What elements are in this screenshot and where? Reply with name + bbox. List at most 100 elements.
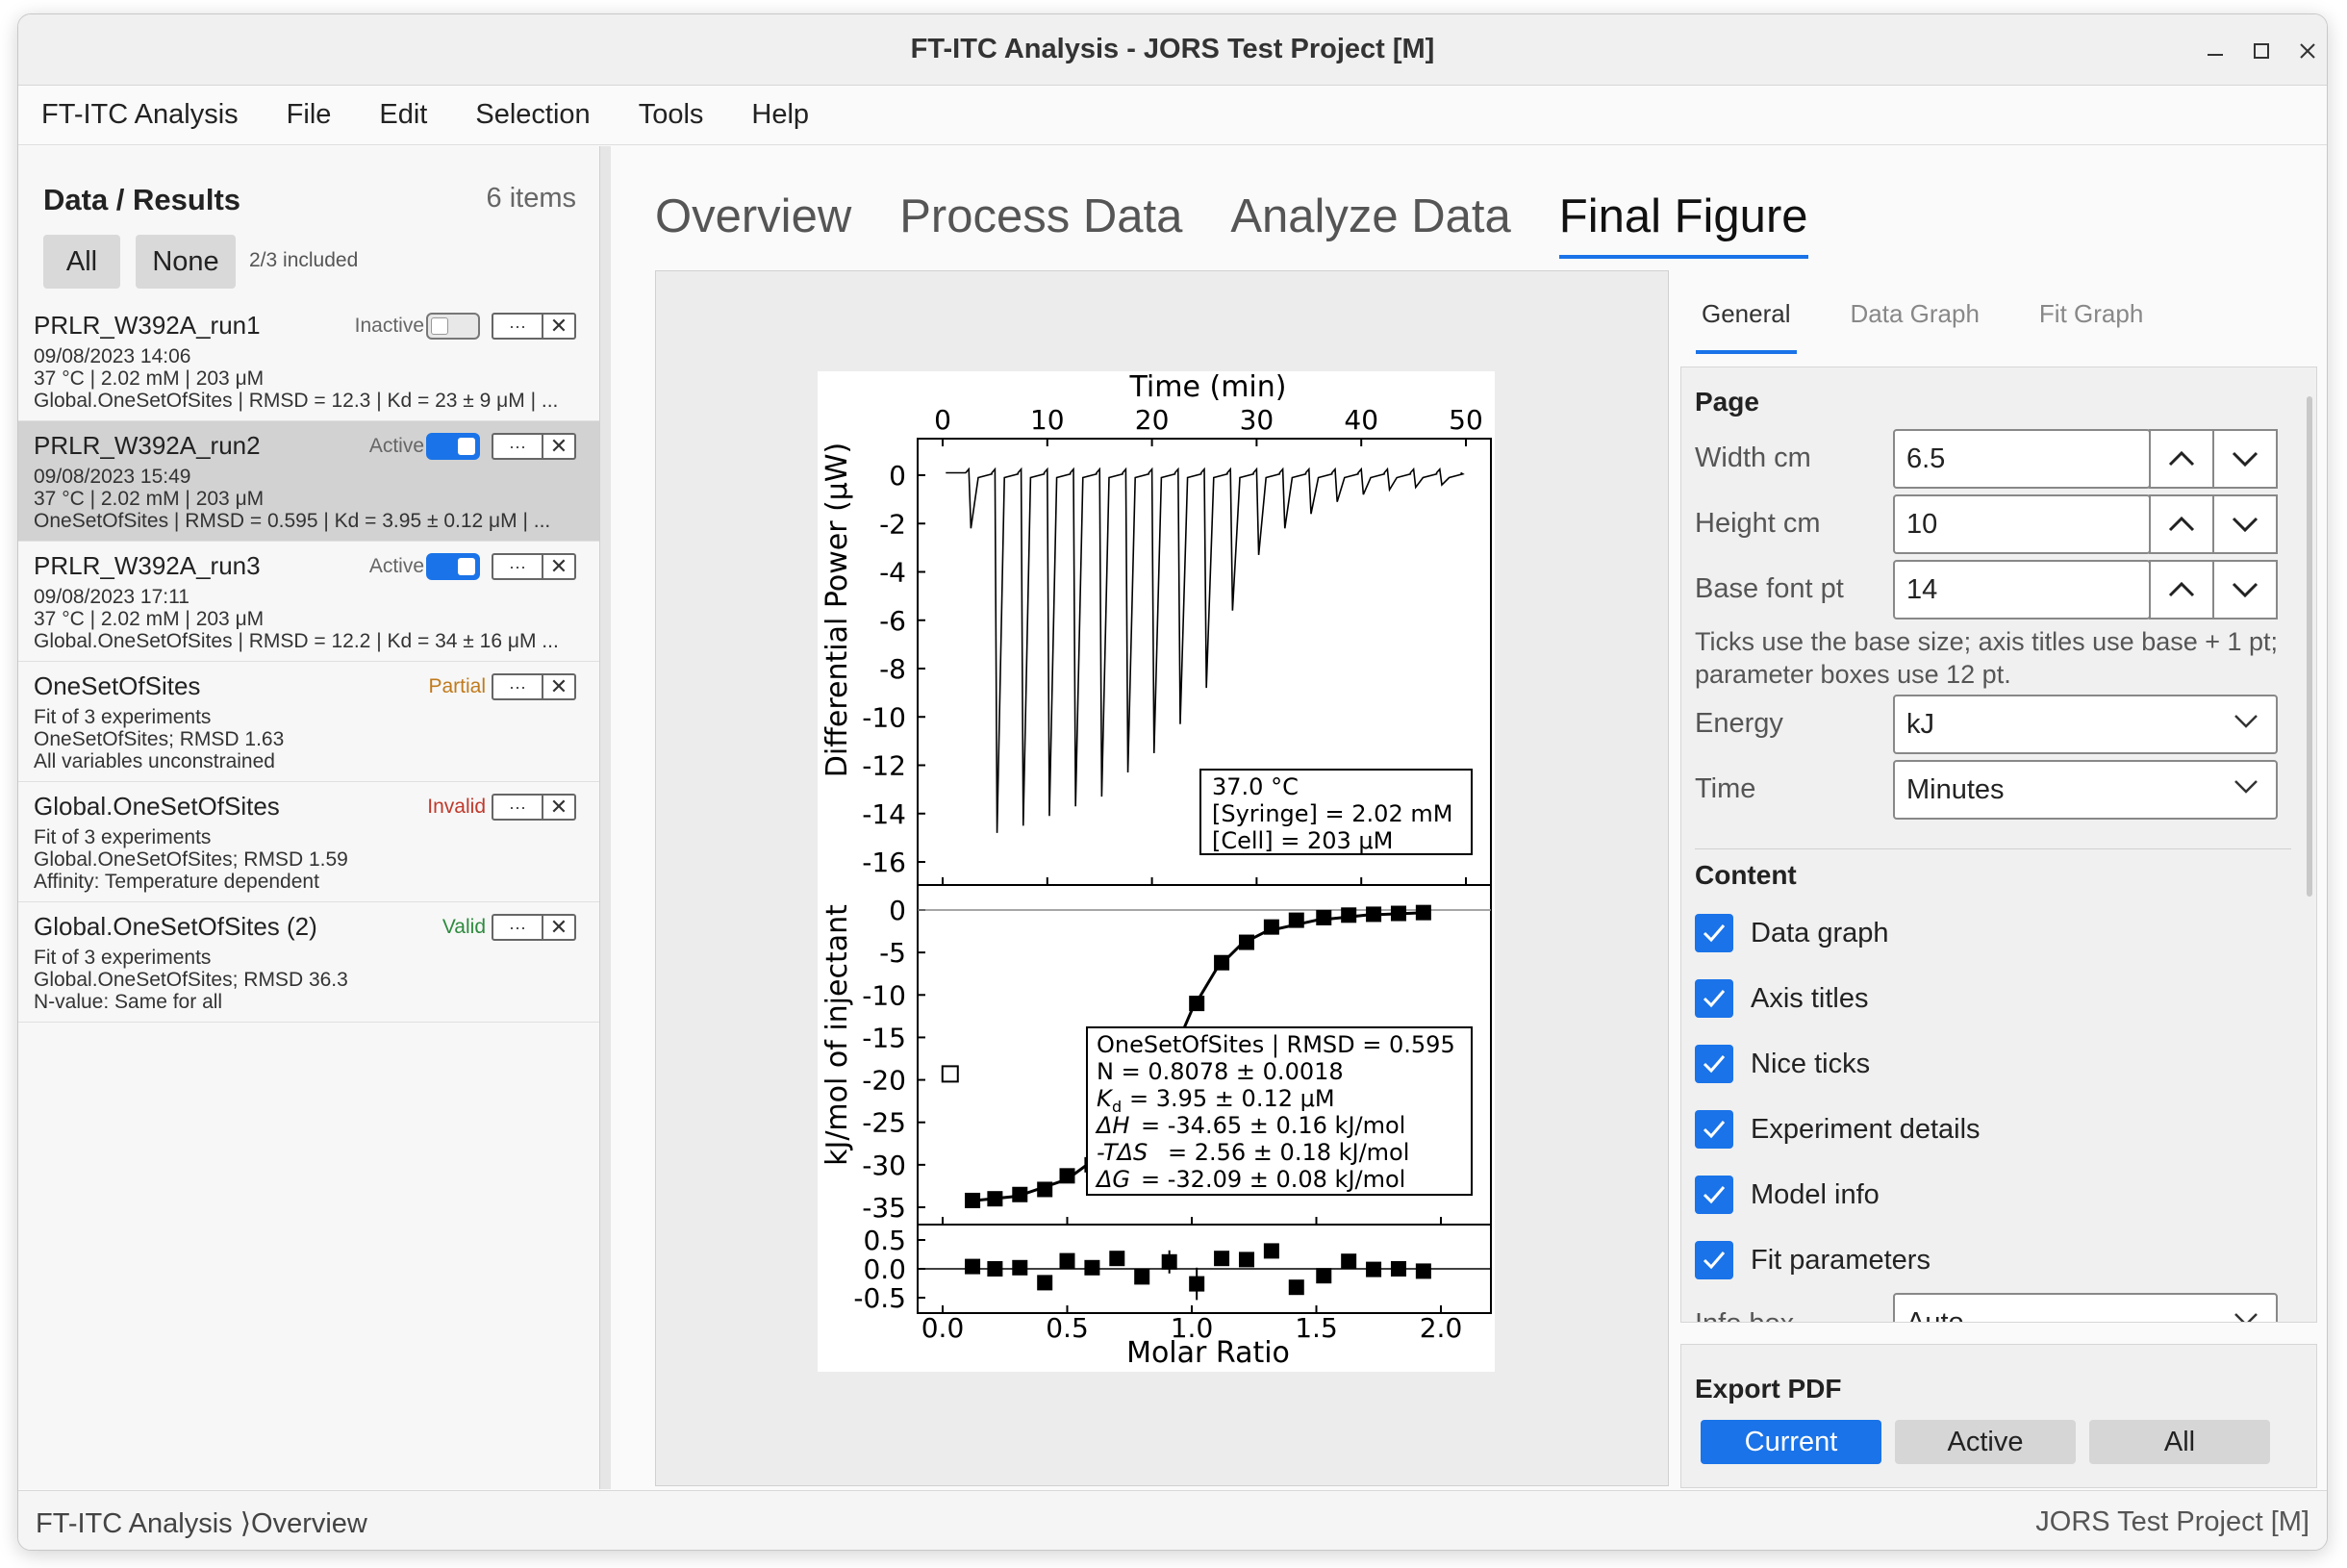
heat-tick-label: -30 xyxy=(862,1150,906,1181)
data-graph-checkbox[interactable] xyxy=(1695,914,1733,952)
heat-tick-label: -20 xyxy=(862,1065,906,1097)
model-info-label: Model info xyxy=(1751,1179,1880,1210)
item-conditions: 37 °C | 2.02 mM | 203 μM xyxy=(34,367,265,390)
list-item[interactable]: Global.OneSetOfSites (2) Valid ··· ✕ Fit… xyxy=(18,902,599,1023)
delete-button[interactable]: ✕ xyxy=(543,794,576,821)
model-info-checkbox[interactable] xyxy=(1695,1176,1733,1214)
menu-app[interactable]: FT-ITC Analysis xyxy=(41,99,239,131)
width-decrement-button[interactable] xyxy=(2212,429,2278,489)
fit-dg-symbol: ΔG xyxy=(1095,1166,1130,1193)
list-item[interactable]: Global.OneSetOfSites Invalid ··· ✕ Fit o… xyxy=(18,782,599,902)
time-tick-label: 10 xyxy=(1030,404,1065,436)
close-icon[interactable] xyxy=(2288,32,2327,70)
list-item[interactable]: PRLR_W392A_run2 Active ··· ✕ 09/08/2023 … xyxy=(18,421,599,542)
menu-file[interactable]: File xyxy=(287,99,332,131)
info-box-select[interactable]: Auto xyxy=(1893,1293,2278,1322)
molar-ratio-tick-label: 0.5 xyxy=(1046,1312,1089,1344)
tab-fit-graph[interactable]: Fit Graph xyxy=(2033,299,2149,354)
tab-overview[interactable]: Overview xyxy=(655,190,851,259)
molar-ratio-tick-label: 1.5 xyxy=(1295,1312,1338,1344)
energy-select[interactable]: kJ xyxy=(1893,695,2278,754)
height-input[interactable]: 10 xyxy=(1893,494,2151,554)
heat-tick-label: -10 xyxy=(862,979,906,1011)
included-count: 2/3 included xyxy=(249,249,359,271)
font-size-decrement-button[interactable] xyxy=(2212,560,2278,620)
export-all-button[interactable]: All xyxy=(2089,1420,2270,1464)
residual-point xyxy=(1109,1251,1125,1267)
delete-button[interactable]: ✕ xyxy=(543,673,576,700)
more-button[interactable]: ··· xyxy=(492,433,543,460)
checkmark-icon xyxy=(1703,990,1726,1008)
residual-tick-label: -0.5 xyxy=(853,1282,906,1314)
height-decrement-button[interactable] xyxy=(2212,494,2278,554)
tab-analyze-data[interactable]: Analyze Data xyxy=(1230,190,1510,259)
app-window: FT-ITC Analysis - JORS Test Project [M] … xyxy=(17,13,2328,1551)
width-input[interactable]: 6.5 xyxy=(1893,429,2151,489)
fit-dg: = -32.09 ± 0.08 kJ/mol xyxy=(1141,1166,1405,1193)
item-constraint: Affinity: Temperature dependent xyxy=(34,871,319,893)
delete-button[interactable]: ✕ xyxy=(543,433,576,460)
fit-dh: = -34.65 ± 0.16 kJ/mol xyxy=(1141,1112,1405,1139)
item-result: OneSetOfSites | RMSD = 0.595 | Kd = 3.95… xyxy=(34,510,551,532)
active-toggle[interactable] xyxy=(426,433,480,460)
content-section-title: Content xyxy=(1695,860,1797,890)
select-none-button[interactable]: None xyxy=(136,235,236,289)
item-name: PRLR_W392A_run3 xyxy=(34,551,261,580)
menu-help[interactable]: Help xyxy=(751,99,809,131)
more-button[interactable]: ··· xyxy=(492,794,543,821)
more-button[interactable]: ··· xyxy=(492,914,543,941)
heat-tick-label: -25 xyxy=(862,1107,906,1139)
sidebar-splitter[interactable] xyxy=(599,146,611,1489)
list-item[interactable]: OneSetOfSites Partial ··· ✕ Fit of 3 exp… xyxy=(18,662,599,782)
item-model: OneSetOfSites; RMSD 1.63 xyxy=(34,728,285,750)
menu-selection[interactable]: Selection xyxy=(475,99,590,131)
menu-tools[interactable]: Tools xyxy=(639,99,704,131)
residual-tick-label: 0.5 xyxy=(863,1225,906,1256)
tab-process-data[interactable]: Process Data xyxy=(899,190,1182,259)
status-label: Partial xyxy=(428,675,486,697)
experiment-details-checkbox[interactable] xyxy=(1695,1110,1733,1149)
active-toggle[interactable] xyxy=(426,313,480,340)
list-item[interactable]: PRLR_W392A_run1 Inactive ··· ✕ 09/08/202… xyxy=(18,301,599,421)
more-button[interactable]: ··· xyxy=(492,673,543,700)
time-tick-label: 0 xyxy=(934,404,951,436)
axis-titles-checkbox[interactable] xyxy=(1695,979,1733,1018)
data-point xyxy=(1189,996,1205,1012)
tab-final-figure[interactable]: Final Figure xyxy=(1558,190,1808,259)
maximize-icon[interactable] xyxy=(2242,32,2281,70)
fit-parameters-checkbox[interactable] xyxy=(1695,1241,1733,1279)
residual-point xyxy=(1316,1268,1332,1284)
item-date: 09/08/2023 17:11 xyxy=(34,586,189,608)
font-size-input[interactable]: 14 xyxy=(1893,560,2151,620)
fit-parameters-label: Fit parameters xyxy=(1751,1245,1931,1276)
item-name: Global.OneSetOfSites xyxy=(34,792,280,821)
delete-button[interactable]: ✕ xyxy=(543,313,576,340)
menu-edit[interactable]: Edit xyxy=(379,99,427,131)
time-select[interactable]: Minutes xyxy=(1893,760,2278,820)
delete-button[interactable]: ✕ xyxy=(543,553,576,580)
more-button[interactable]: ··· xyxy=(492,553,543,580)
chevron-down-icon xyxy=(2234,715,2258,728)
delete-button[interactable]: ✕ xyxy=(543,914,576,941)
height-label: Height cm xyxy=(1695,508,1821,539)
breadcrumb: FT-ITC Analysis ⟩Overview xyxy=(36,1508,367,1539)
tab-general[interactable]: General xyxy=(1696,299,1797,354)
sidebar-title: Data / Results xyxy=(43,183,241,216)
exp-syringe: [Syringe] = 2.02 mM xyxy=(1212,800,1452,827)
more-button[interactable]: ··· xyxy=(492,313,543,340)
export-current-button[interactable]: Current xyxy=(1701,1420,1881,1464)
font-size-increment-button[interactable] xyxy=(2149,560,2214,620)
tab-data-graph[interactable]: Data Graph xyxy=(1845,299,1985,354)
nice-ticks-checkbox[interactable] xyxy=(1695,1045,1733,1083)
select-all-button[interactable]: All xyxy=(43,235,120,289)
export-active-button[interactable]: Active xyxy=(1895,1420,2076,1464)
width-label: Width cm xyxy=(1695,443,1811,473)
power-tick-label: -10 xyxy=(862,701,906,733)
experiment-details-label: Experiment details xyxy=(1751,1114,1981,1145)
active-toggle[interactable] xyxy=(426,553,480,580)
minimize-icon[interactable] xyxy=(2196,32,2234,70)
panel-scrollbar[interactable] xyxy=(2307,396,2312,897)
height-increment-button[interactable] xyxy=(2149,494,2214,554)
width-increment-button[interactable] xyxy=(2149,429,2214,489)
list-item[interactable]: PRLR_W392A_run3 Active ··· ✕ 09/08/2023 … xyxy=(18,542,599,662)
